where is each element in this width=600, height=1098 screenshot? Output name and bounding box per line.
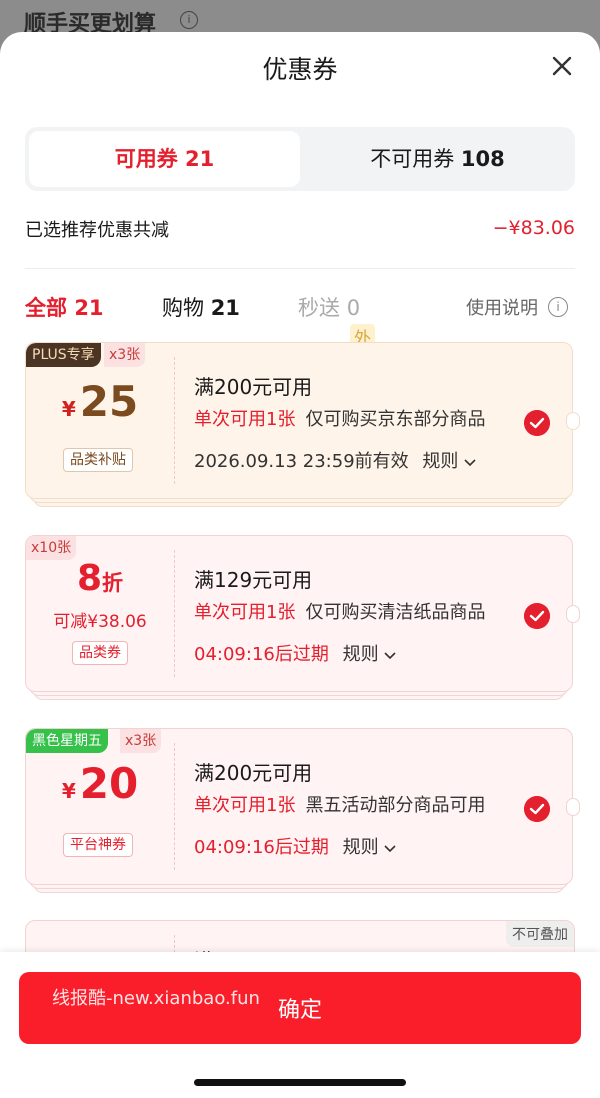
coupon-body: PLUS专享 x3张 ¥25 品类补贴 满200元可用 单次可用1张 仅可购买京东… xyxy=(25,342,573,499)
coupon-count-badge: x10张 xyxy=(26,536,77,560)
filter-miaosong-label: 秒送 xyxy=(298,296,340,320)
coupon-use-limit: 单次可用1张 xyxy=(194,409,296,430)
card-notch xyxy=(566,605,580,623)
coupon-countdown: 04:09:16后过期 xyxy=(194,837,329,858)
coupon-description: 单次可用1张 仅可购买清洁纸品商品 xyxy=(194,598,485,624)
chevron-down-icon xyxy=(384,652,396,660)
filter-shopping-count: 21 xyxy=(210,296,240,320)
coupon-scope: 仅可购买清洁纸品商品 xyxy=(305,602,486,623)
coupon-value: 20 xyxy=(79,759,139,808)
rule-label: 规则 xyxy=(342,644,379,665)
filter-miaosong-count: 0 xyxy=(346,296,361,320)
coupon-tabs: 可用券 21 不可用券 108 xyxy=(25,127,575,191)
card-notch xyxy=(566,798,580,816)
coupon-footer: 2026.09.13 23:59前有效 规则 xyxy=(194,447,476,473)
filter-all-count: 21 xyxy=(74,296,104,320)
coupon-amount: ¥25 xyxy=(26,377,174,426)
card-notch xyxy=(566,412,580,430)
filter-shopping[interactable]: 购物 21 xyxy=(162,292,240,322)
chevron-down-icon xyxy=(384,845,396,853)
filter-shopping-label: 购物 xyxy=(162,296,204,320)
tab-available-label: 可用券 xyxy=(114,147,178,171)
coupon-description: 单次可用1张 仅可购买京东部分商品 xyxy=(194,405,485,431)
perforation-line xyxy=(174,550,175,677)
plus-exclusive-badge: PLUS专享 xyxy=(26,343,101,367)
discount-unit: 折 xyxy=(102,571,124,595)
coupon-card[interactable]: 黑色星期五 x3张 ¥20 平台神券 满200元可用 单次可用1张 黑五活动部分商… xyxy=(25,728,580,893)
coupon-rule-link[interactable]: 规则 xyxy=(343,644,397,665)
coupon-type-tag: 平台神券 xyxy=(63,833,133,857)
perforation-line xyxy=(174,743,175,870)
filter-all[interactable]: 全部 21 xyxy=(25,292,104,322)
coupon-type-tag: 品类券 xyxy=(72,641,128,665)
coupon-description: 单次可用1张 黑五活动部分商品可用 xyxy=(194,791,485,817)
rule-label: 规则 xyxy=(422,451,459,472)
coupon-body: 黑色星期五 x3张 ¥20 平台神券 满200元可用 单次可用1张 黑五活动部分商… xyxy=(25,728,573,885)
coupon-countdown: 04:09:16后过期 xyxy=(194,644,329,665)
coupon-count-badge: x3张 xyxy=(120,729,162,753)
coupon-expiry: 2026.09.13 23:59前有效 xyxy=(194,451,409,472)
coupon-discount-amount: 可减¥38.06 xyxy=(53,612,147,632)
coupon-value: 25 xyxy=(79,377,139,426)
discount-summary-label: 已选推荐优惠共减 xyxy=(25,220,169,241)
tab-available[interactable]: 可用券 21 xyxy=(29,131,300,187)
coupon-footer: 04:09:16后过期 规则 xyxy=(194,833,396,859)
coupon-body: x10张 8折 可减¥38.06 品类券 满129元可用 单次可用1张 仅可购买清… xyxy=(25,535,573,692)
coupon-amount: 8折 xyxy=(26,558,174,599)
close-icon[interactable] xyxy=(548,52,576,80)
filter-miaosong[interactable]: 秒送 外卖 0 xyxy=(298,292,375,374)
black-friday-badge: 黑色星期五 xyxy=(26,729,108,753)
coupon-threshold: 满129元可用 xyxy=(194,568,313,592)
help-info-icon[interactable]: i xyxy=(548,297,568,317)
coupon-use-limit: 单次可用1张 xyxy=(194,602,296,623)
home-indicator xyxy=(194,1079,406,1086)
perforation-line xyxy=(174,357,175,484)
not-stackable-flag: 不可叠加 xyxy=(506,921,574,947)
coupon-card[interactable]: PLUS专享 x3张 ¥25 品类补贴 满200元可用 单次可用1张 仅可购买京东… xyxy=(25,342,580,507)
coupon-type-tag: 品类补贴 xyxy=(63,448,133,472)
currency-symbol: ¥ xyxy=(61,397,76,421)
tab-unavailable-count: 108 xyxy=(460,147,505,171)
info-icon: i xyxy=(180,11,198,29)
currency-symbol: ¥ xyxy=(61,779,76,803)
coupon-threshold: 满200元可用 xyxy=(194,761,313,785)
tab-unavailable[interactable]: 不可用券 108 xyxy=(300,131,575,187)
bottom-action-bar: 确定 线报酷-new.xianbao.fun xyxy=(0,952,600,1098)
coupon-use-limit: 单次可用1张 xyxy=(194,795,296,816)
coupon-card[interactable]: x10张 8折 可减¥38.06 品类券 满129元可用 单次可用1张 仅可购买清… xyxy=(25,535,580,700)
usage-help-link[interactable]: 使用说明 xyxy=(466,294,538,320)
check-circle-icon[interactable] xyxy=(524,603,550,629)
coupon-count-badge: x3张 xyxy=(104,343,146,367)
rule-label: 规则 xyxy=(342,837,379,858)
coupon-rule-link[interactable]: 规则 xyxy=(422,451,476,472)
chevron-down-icon xyxy=(464,459,476,467)
tab-unavailable-label: 不可用券 xyxy=(370,147,455,171)
check-circle-icon[interactable] xyxy=(524,410,550,436)
divider xyxy=(25,268,575,269)
check-circle-icon[interactable] xyxy=(524,796,550,822)
coupon-amount: ¥20 xyxy=(26,759,174,808)
discount-summary-amount: −¥83.06 xyxy=(492,217,575,239)
watermark-text: 线报酷-new.xianbao.fun xyxy=(52,988,260,1009)
coupon-value: 8 xyxy=(76,558,103,599)
coupon-sheet: 优惠券 可用券 21 不可用券 108 已选推荐优惠共减 −¥83.06 全部 … xyxy=(0,32,600,1098)
coupon-scope: 仅可购买京东部分商品 xyxy=(305,409,486,430)
filter-all-label: 全部 xyxy=(25,296,67,320)
coupon-rule-link[interactable]: 规则 xyxy=(343,837,397,858)
sheet-title: 优惠券 xyxy=(262,55,338,84)
coupon-footer: 04:09:16后过期 规则 xyxy=(194,640,396,666)
coupon-threshold: 满200元可用 xyxy=(194,375,313,399)
coupon-scope: 黑五活动部分商品可用 xyxy=(305,795,486,816)
tab-available-count: 21 xyxy=(185,147,215,171)
